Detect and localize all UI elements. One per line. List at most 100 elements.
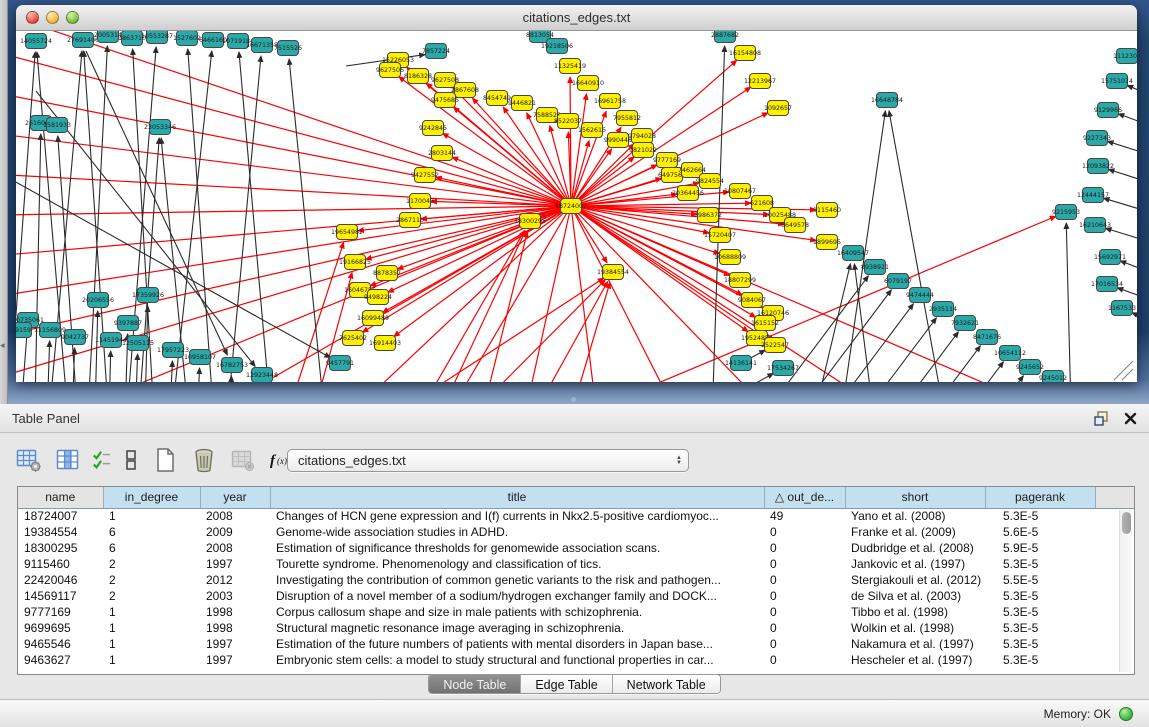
graph-node[interactable]: 7625402 <box>339 331 367 346</box>
graph-node[interactable]: 14136141 <box>725 356 757 371</box>
table-row[interactable]: 946362711997Embryonic stem cells: a mode… <box>18 652 1135 668</box>
graph-node[interactable]: 8186328 <box>404 69 432 84</box>
graph-node[interactable]: 9627506 <box>376 63 404 78</box>
graph-node[interactable]: 9427552 <box>411 168 439 183</box>
graph-node[interactable]: 8471676 <box>973 330 1001 345</box>
graph-node[interactable]: 9899695 <box>813 235 841 250</box>
network-graph[interactable]: 1405572427691406200531418637101055328715… <box>16 31 1137 382</box>
graph-node[interactable]: 1581933 <box>43 118 71 133</box>
graph-node[interactable]: 9446821 <box>508 96 536 111</box>
graph-node[interactable]: 2803144 <box>428 146 456 161</box>
graph-node[interactable]: 9475685 <box>431 93 459 108</box>
graph-node[interactable]: 8454749 <box>483 91 511 106</box>
graph-node[interactable]: 16154808 <box>729 46 761 61</box>
graph-node[interactable]: 7986372 <box>694 208 722 223</box>
table-row[interactable]: 1830029562008Estimation of significance … <box>18 540 1135 556</box>
column-header-out-de-[interactable]: △ out_de... <box>764 487 845 508</box>
graph-node[interactable]: 9245652 <box>1016 360 1044 375</box>
graph-node[interactable]: 1167533 <box>1108 301 1136 316</box>
graph-node[interactable]: 2935114 <box>929 302 957 317</box>
tab-edge-table[interactable]: Edge Table <box>521 675 612 694</box>
column-visibility-icon[interactable] <box>53 445 83 475</box>
graph-node[interactable]: 7955812 <box>613 111 641 126</box>
table-row[interactable]: 946554611997Estimation of the future num… <box>18 636 1135 652</box>
close-panel-icon[interactable] <box>1124 412 1137 425</box>
graph-node[interactable]: 17534267 <box>767 361 799 376</box>
graph-node[interactable]: 9129966 <box>1094 103 1122 118</box>
tab-network-table[interactable]: Network Table <box>613 675 720 694</box>
table-scrollbar[interactable] <box>1119 510 1132 672</box>
graph-node[interactable]: 16961758 <box>594 94 626 109</box>
left-splitter[interactable]: ◂ <box>0 0 8 404</box>
graph-node[interactable]: 20206556 <box>82 293 114 308</box>
graph-node[interactable]: 9227343 <box>1083 131 1111 146</box>
graph-node[interactable]: 1170043 <box>406 194 434 209</box>
splitter-collapse-arrow[interactable]: ◂ <box>0 341 5 350</box>
graph-node[interactable]: 2867110 <box>396 213 424 228</box>
graph-node[interactable]: 11325419 <box>554 59 586 74</box>
graph-node[interactable]: 9474444 <box>906 288 934 303</box>
graph-node[interactable]: 16099489 <box>357 311 389 326</box>
table-row[interactable]: 969969511998Structural magnetic resonanc… <box>18 620 1135 636</box>
float-window-icon[interactable] <box>1094 411 1110 426</box>
window-resize-grip[interactable] <box>1114 361 1133 380</box>
graph-node[interactable]: 9115460 <box>813 203 841 218</box>
graph-node[interactable]: 12923448 <box>246 368 278 383</box>
graph-node[interactable]: 1562615 <box>578 123 606 138</box>
graph-node[interactable]: 7515526 <box>274 41 302 56</box>
table-scrollbar-thumb[interactable] <box>1122 512 1131 534</box>
graph-node[interactable]: 10807467 <box>724 184 756 199</box>
table-selector-dropdown[interactable]: citations_edges.txt ▲▼ <box>287 449 689 472</box>
column-header-pagerank[interactable]: pagerank <box>985 487 1095 508</box>
graph-node[interactable]: 9245012 <box>1039 371 1067 383</box>
graph-node[interactable]: 9042737 <box>61 330 89 345</box>
table-row[interactable]: 911546021997Tourette syndrome. Phenomeno… <box>18 556 1135 572</box>
column-header-title[interactable]: title <box>270 487 764 508</box>
column-header-short[interactable]: short <box>845 487 985 508</box>
memory-status-indicator[interactable] <box>1119 707 1133 721</box>
graph-node[interactable]: 2887682 <box>711 31 739 43</box>
graph-node[interactable]: 15692971 <box>1094 250 1126 265</box>
table-options-icon[interactable] <box>14 445 44 475</box>
graph-node[interactable]: 8649578 <box>781 218 809 233</box>
graph-node[interactable]: 12444157 <box>1077 188 1109 203</box>
graph-node[interactable]: 1112304 <box>1113 49 1137 64</box>
graph-node[interactable]: 9457791 <box>326 356 354 371</box>
rows-icon[interactable] <box>121 445 141 475</box>
graph-node[interactable]: 16914403 <box>369 336 401 351</box>
graph-node[interactable]: 9242845 <box>419 121 447 136</box>
graph-node[interactable]: 16640910 <box>572 76 604 91</box>
graph-node[interactable]: 16782753 <box>216 358 248 373</box>
graph-node[interactable]: 9821022 <box>629 143 657 158</box>
table-row[interactable]: 2242004622012Investigating the contribut… <box>18 572 1135 588</box>
new-table-icon[interactable] <box>150 445 180 475</box>
graph-node[interactable]: 7932621 <box>951 316 979 331</box>
graph-node[interactable]: 1092657 <box>764 101 792 116</box>
tab-node-table[interactable]: Node Table <box>429 675 521 694</box>
graph-node[interactable]: 1527602 <box>173 31 201 46</box>
table-row[interactable]: 977716911998Corpus callosum shape and si… <box>18 604 1135 620</box>
graph-node[interactable]: 12213967 <box>744 74 776 89</box>
graph-node[interactable]: 16210643 <box>1079 218 1111 233</box>
zoom-button[interactable] <box>66 11 79 24</box>
graph-node[interactable]: 7857224 <box>422 44 450 59</box>
graph-node[interactable]: 9498224 <box>364 290 392 305</box>
graph-node[interactable]: 10688809 <box>714 250 746 265</box>
graph-node[interactable]: 15720407 <box>704 228 736 243</box>
graph-node[interactable]: 9084067 <box>738 293 766 308</box>
graph-node[interactable]: 23053346 <box>144 120 176 135</box>
graph-node[interactable]: 9215953 <box>1052 205 1080 220</box>
graph-node[interactable]: 8878357 <box>373 266 401 281</box>
table-row[interactable]: 1456911722003Disruption of a novel membe… <box>18 588 1135 604</box>
graph-node[interactable]: 9777169 <box>653 153 681 168</box>
column-header-in-degree[interactable]: in_degree <box>103 487 200 508</box>
delete-table-icon[interactable] <box>189 445 219 475</box>
graph-node[interactable]: 2522547 <box>761 338 789 353</box>
network-canvas[interactable]: 1405572427691406200531418637101055328715… <box>16 31 1137 382</box>
graph-node[interactable]: 12093822 <box>1082 159 1114 174</box>
graph-node[interactable]: 1615152 <box>751 316 779 331</box>
close-button[interactable] <box>26 11 39 24</box>
graph-node[interactable]: 9824554 <box>696 174 724 189</box>
graph-node[interactable]: 14055724 <box>20 34 52 49</box>
splitter-handle[interactable] <box>571 397 576 402</box>
